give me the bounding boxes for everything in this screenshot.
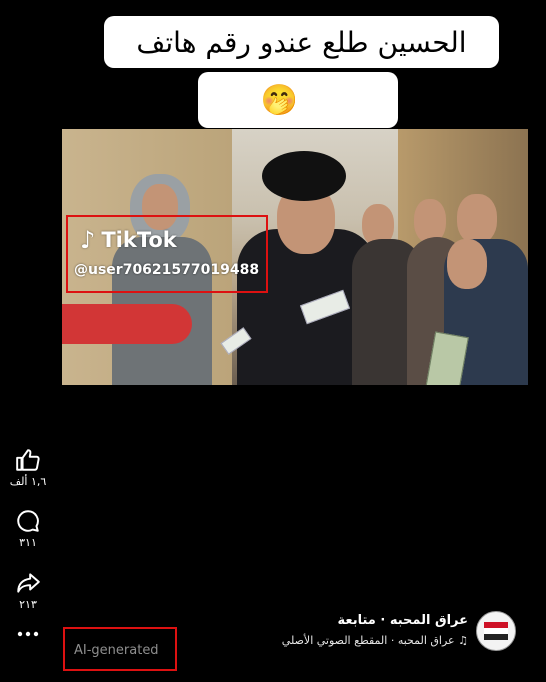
emoji: 😳 xyxy=(227,82,259,118)
emoji: 😁 xyxy=(300,82,332,118)
cleric-turban xyxy=(262,151,346,201)
caption-text: الحسين طلع عندو رقم هاتف xyxy=(136,25,467,59)
tiktok-logo-icon: ♪ xyxy=(80,226,96,254)
crowd-face xyxy=(457,194,497,244)
thumbs-up-icon xyxy=(16,449,40,471)
caption-emoji-row: 😳 🤭 😁 😂 xyxy=(198,72,398,128)
crowd-face xyxy=(447,239,487,289)
red-sleeve xyxy=(62,304,192,344)
tiktok-watermark: ♪ TikTok xyxy=(80,226,177,254)
sound-line[interactable]: ♫ عراق المحبه · المقطع الصوتي الأصلي xyxy=(282,634,468,647)
avatar-flag-image xyxy=(484,622,508,640)
caption-bubble: الحسين طلع عندو رقم هاتف xyxy=(104,16,499,68)
share-button[interactable]: ٢١٣ xyxy=(6,570,50,611)
tiktok-brand: TikTok xyxy=(101,228,177,252)
tiktok-username: @user70621577019488 xyxy=(74,262,260,278)
author-line[interactable]: عراق المحبه · متابعة xyxy=(337,613,468,628)
comment-icon xyxy=(17,510,39,532)
emoji: 😂 xyxy=(333,82,369,118)
more-dots-icon xyxy=(17,631,39,637)
ai-generated-label: AI-generated xyxy=(74,643,159,658)
comment-button[interactable]: ٣١١ xyxy=(6,508,50,549)
share-count: ٢١٣ xyxy=(19,598,37,611)
like-button[interactable]: ١,٦ ألف xyxy=(6,447,50,488)
emoji: 🤭 xyxy=(260,82,299,118)
more-options-button[interactable] xyxy=(6,630,50,638)
author-avatar[interactable] xyxy=(476,611,516,651)
sound-title: عراق المحبه · المقطع الصوتي الأصلي xyxy=(281,634,455,647)
comment-count: ٣١١ xyxy=(19,536,37,549)
music-note-icon: ♫ xyxy=(458,634,468,647)
like-count: ١,٦ ألف xyxy=(9,475,47,488)
share-arrow-icon xyxy=(17,573,40,593)
